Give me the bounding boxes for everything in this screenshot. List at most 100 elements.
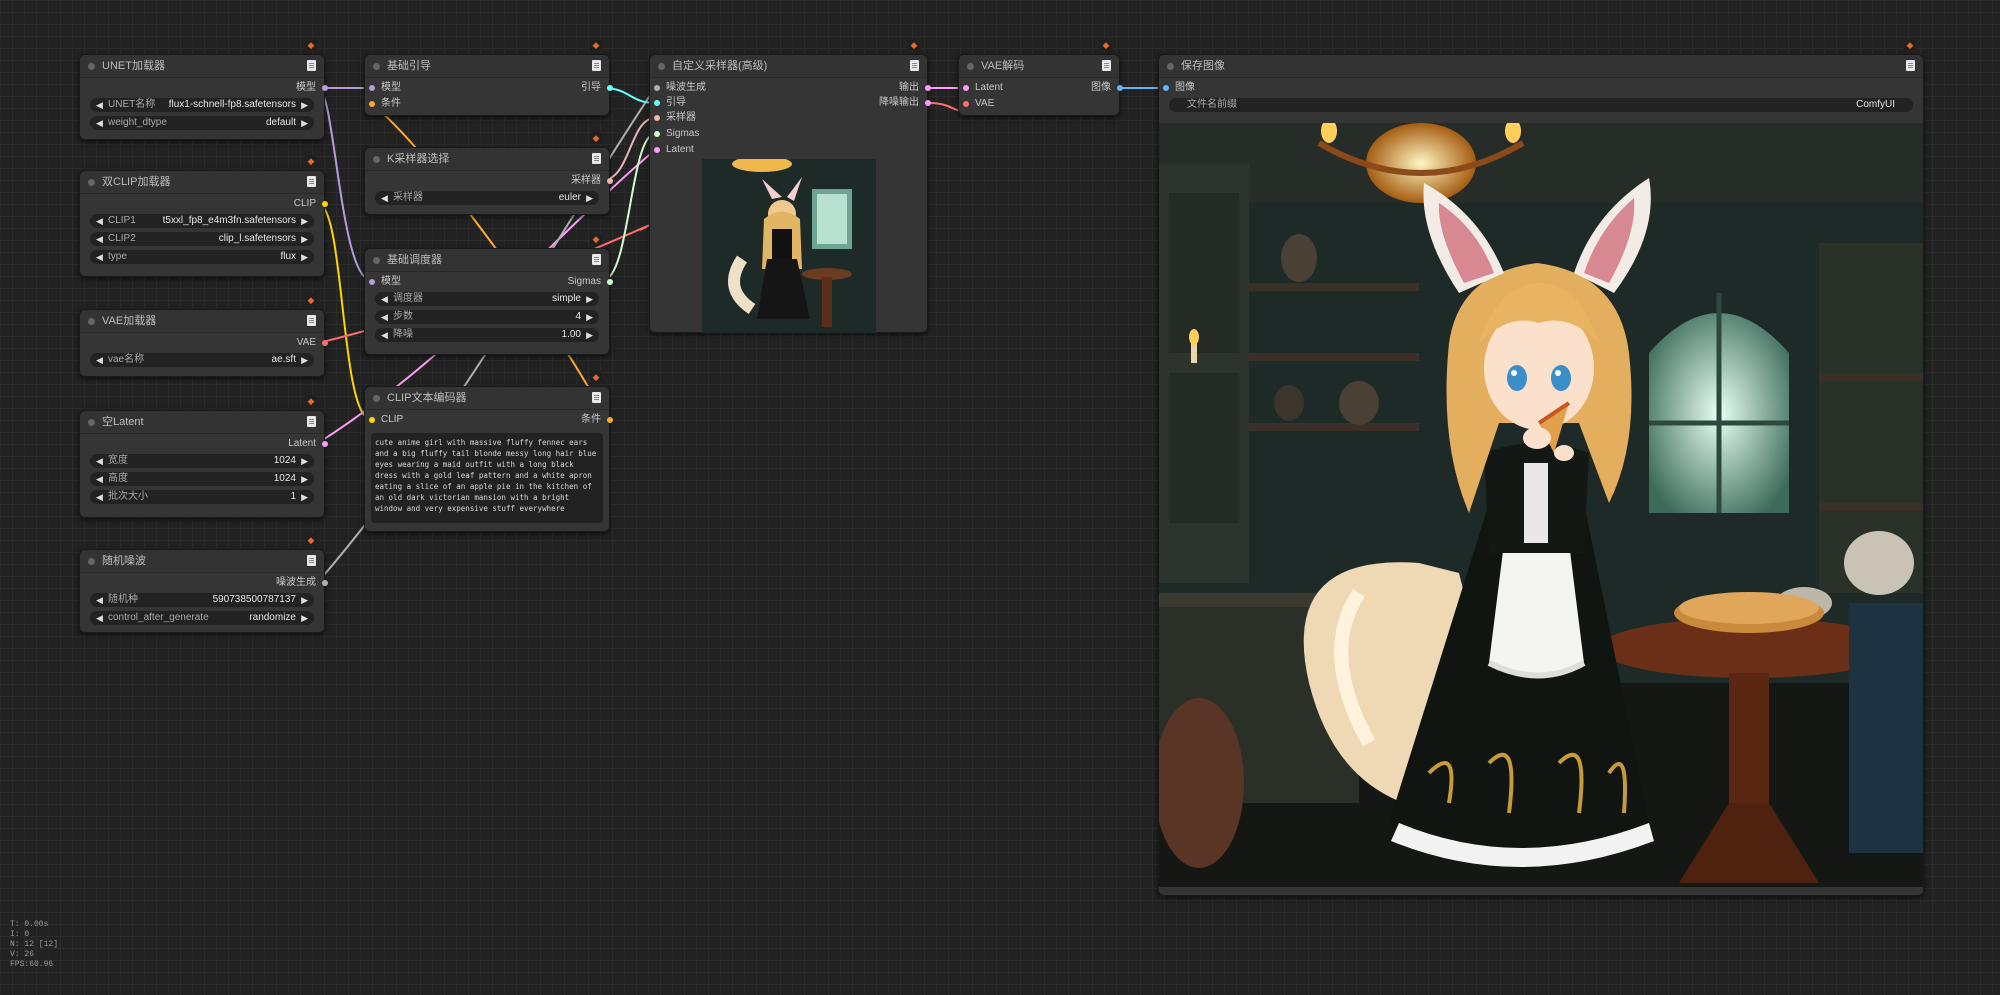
width-number[interactable]: ◀ 宽度 1024 ▶	[90, 454, 314, 468]
document-icon[interactable]	[307, 555, 316, 566]
arrow-right-icon[interactable]: ▶	[301, 611, 308, 625]
collapse-dot-icon[interactable]	[88, 419, 95, 426]
collapse-dot-icon[interactable]	[373, 156, 380, 163]
document-icon[interactable]	[307, 416, 316, 427]
node-dual-clip-loader[interactable]: ◆ 双CLIP加载器 CLIP ◀ CLIP1 t5xxl_fp8_e4m3fn.s…	[79, 155, 328, 277]
arrow-right-icon[interactable]: ▶	[586, 310, 593, 324]
arrow-right-icon[interactable]: ▶	[301, 353, 308, 367]
document-icon[interactable]	[592, 60, 601, 71]
type-combo[interactable]: ◀ type flux ▶	[90, 250, 314, 264]
collapse-dot-icon[interactable]	[967, 63, 974, 70]
slot-pin-icon[interactable]	[322, 580, 328, 586]
collapse-dot-icon[interactable]	[88, 558, 95, 565]
slot-pin-icon[interactable]	[654, 147, 660, 153]
clip2-combo[interactable]: ◀ CLIP2 clip_l.safetensors ▶	[90, 232, 314, 246]
prompt-textarea[interactable]: cute anime girl with massive fluffy fenn…	[371, 433, 603, 523]
output-sigmas[interactable]: Sigmas	[568, 275, 613, 289]
slot-pin-icon[interactable]	[963, 85, 969, 91]
output-noise[interactable]: 噪波生成	[276, 576, 328, 590]
slot-pin-icon[interactable]	[654, 115, 660, 121]
output-output[interactable]: 输出	[899, 81, 931, 95]
node-basic-guider[interactable]: ◆ 基础引导 模型 条件 引导	[364, 39, 613, 116]
node-title[interactable]: 空Latent	[80, 411, 324, 434]
clip1-combo[interactable]: ◀ CLIP1 t5xxl_fp8_e4m3fn.safetensors ▶	[90, 214, 314, 228]
output-vae[interactable]: VAE	[297, 336, 328, 350]
input-noise[interactable]: 噪波生成	[654, 81, 706, 95]
arrow-left-icon[interactable]: ◀	[96, 214, 103, 228]
arrow-right-icon[interactable]: ▶	[301, 593, 308, 607]
collapse-dot-icon[interactable]	[88, 318, 95, 325]
slot-pin-icon[interactable]	[607, 279, 613, 285]
input-model[interactable]: 模型	[369, 275, 401, 289]
arrow-left-icon[interactable]: ◀	[96, 593, 103, 607]
input-guider[interactable]: 引导	[654, 96, 686, 110]
collapse-dot-icon[interactable]	[373, 257, 380, 264]
collapse-dot-icon[interactable]	[373, 395, 380, 402]
output-conditioning[interactable]: 条件	[581, 413, 613, 427]
node-title[interactable]: VAE解码	[959, 55, 1119, 78]
collapse-dot-icon[interactable]	[373, 63, 380, 70]
output-sampler[interactable]: 采样器	[571, 174, 613, 188]
output-guider[interactable]: 引导	[581, 81, 613, 95]
document-icon[interactable]	[592, 153, 601, 164]
node-title[interactable]: 保存图像	[1159, 55, 1923, 78]
input-clip[interactable]: CLIP	[369, 413, 403, 427]
arrow-right-icon[interactable]: ▶	[301, 490, 308, 504]
document-icon[interactable]	[1906, 60, 1915, 71]
slot-pin-icon[interactable]	[369, 101, 375, 107]
collapse-dot-icon[interactable]	[88, 179, 95, 186]
sampler-name-combo[interactable]: ◀ 采样器 euler ▶	[375, 191, 599, 205]
arrow-left-icon[interactable]: ◀	[96, 490, 103, 504]
arrow-right-icon[interactable]: ▶	[586, 191, 593, 205]
slot-pin-icon[interactable]	[322, 201, 328, 207]
control-after-generate-combo[interactable]: ◀ control_after_generate randomize ▶	[90, 611, 314, 625]
arrow-left-icon[interactable]: ◀	[96, 454, 103, 468]
output-latent[interactable]: Latent	[288, 437, 328, 451]
arrow-right-icon[interactable]: ▶	[301, 98, 308, 112]
document-icon[interactable]	[910, 60, 919, 71]
node-title[interactable]: 基础引导	[365, 55, 609, 78]
slot-pin-icon[interactable]	[925, 85, 931, 91]
filename-prefix-input[interactable]: 文件名前缀 ComfyUI	[1169, 98, 1913, 112]
node-title[interactable]: 双CLIP加载器	[80, 171, 324, 194]
slot-pin-icon[interactable]	[654, 85, 660, 91]
document-icon[interactable]	[1102, 60, 1111, 71]
node-vae-decode[interactable]: ◆ VAE解码 Latent VAE 图像	[958, 39, 1123, 116]
document-icon[interactable]	[592, 392, 601, 403]
node-title[interactable]: 自定义采样器(高级)	[650, 55, 927, 78]
slot-pin-icon[interactable]	[322, 340, 328, 346]
slot-pin-icon[interactable]	[607, 178, 613, 184]
arrow-right-icon[interactable]: ▶	[301, 454, 308, 468]
arrow-right-icon[interactable]: ▶	[301, 116, 308, 130]
node-sampler-custom-advanced[interactable]: ◆ 自定义采样器(高级) 噪波生成 引导 采样器 Sigmas Latent 输…	[649, 39, 931, 333]
arrow-left-icon[interactable]: ◀	[96, 353, 103, 367]
document-icon[interactable]	[307, 315, 316, 326]
slot-pin-icon[interactable]	[654, 131, 660, 137]
document-icon[interactable]	[592, 254, 601, 265]
output-denoised[interactable]: 降噪输出	[879, 96, 931, 110]
node-title[interactable]: K采样器选择	[365, 148, 609, 171]
node-title[interactable]: CLIP文本编码器	[365, 387, 609, 410]
arrow-right-icon[interactable]: ▶	[586, 292, 593, 306]
slot-pin-icon[interactable]	[963, 101, 969, 107]
arrow-left-icon[interactable]: ◀	[96, 250, 103, 264]
output-model[interactable]: 模型	[296, 81, 328, 95]
output-clip[interactable]: CLIP	[294, 197, 328, 211]
arrow-left-icon[interactable]: ◀	[381, 310, 388, 324]
arrow-left-icon[interactable]: ◀	[96, 472, 103, 486]
input-latent[interactable]: Latent	[963, 81, 1003, 95]
node-unet-loader[interactable]: ◆ UNET加载器 模型 ◀ UNET名称 flux1-schnell-fp8.sa…	[79, 39, 328, 140]
weight-dtype-combo[interactable]: ◀ weight_dtype default ▶	[90, 116, 314, 130]
unet-name-combo[interactable]: ◀ UNET名称 flux1-schnell-fp8.safetensors ▶	[90, 98, 314, 112]
node-title[interactable]: 基础调度器	[365, 249, 609, 272]
document-icon[interactable]	[307, 60, 316, 71]
arrow-right-icon[interactable]: ▶	[301, 232, 308, 246]
steps-number[interactable]: ◀ 步数 4 ▶	[375, 310, 599, 324]
vae-name-combo[interactable]: ◀ vae名称 ae.sft ▶	[90, 353, 314, 367]
arrow-right-icon[interactable]: ▶	[301, 250, 308, 264]
slot-pin-icon[interactable]	[369, 417, 375, 423]
slot-pin-icon[interactable]	[1163, 85, 1169, 91]
arrow-right-icon[interactable]: ▶	[301, 472, 308, 486]
node-basic-scheduler[interactable]: ◆ 基础调度器 模型 Sigmas ◀ 调度器 simple ▶ ◀ 步数 4 ▶ ◀ 降噪 1…	[364, 233, 613, 355]
input-sampler[interactable]: 采样器	[654, 111, 696, 125]
